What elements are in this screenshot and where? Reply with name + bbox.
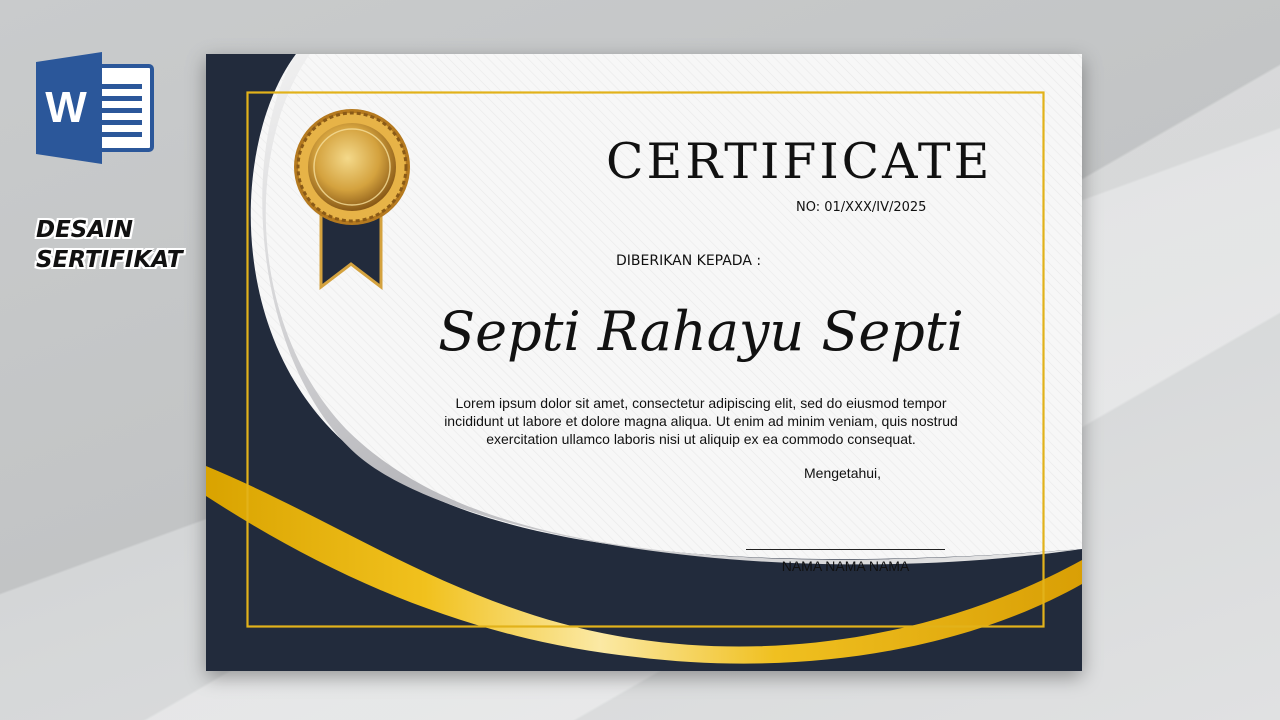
signature-line	[746, 549, 945, 550]
video-side-title: DESAIN SERTIFIKAT	[36, 215, 183, 275]
given-to-label: DIBERIKAN KEPADA :	[616, 253, 762, 269]
certificate-card: CERTIFICATE NO: 01/XXX/IV/2025 DIBERIKAN…	[206, 54, 1082, 671]
acknowledge-label: Mengetahui,	[804, 465, 882, 481]
certificate-title: CERTIFICATE	[606, 133, 993, 190]
side-title-line-1: DESAIN	[36, 217, 133, 243]
side-title-line-2: SERTIFIKAT	[36, 247, 183, 273]
signer-name: NAMA NAMA NAMA	[781, 558, 910, 574]
svg-text:W: W	[45, 83, 87, 132]
certificate-number: NO: 01/XXX/IV/2025	[796, 200, 927, 215]
recipient-name: Septi Rahayu Septi	[438, 300, 964, 363]
microsoft-word-icon: W	[36, 52, 154, 164]
certificate-body-text: Lorem ipsum dolor sit amet, consectetur …	[444, 395, 958, 447]
